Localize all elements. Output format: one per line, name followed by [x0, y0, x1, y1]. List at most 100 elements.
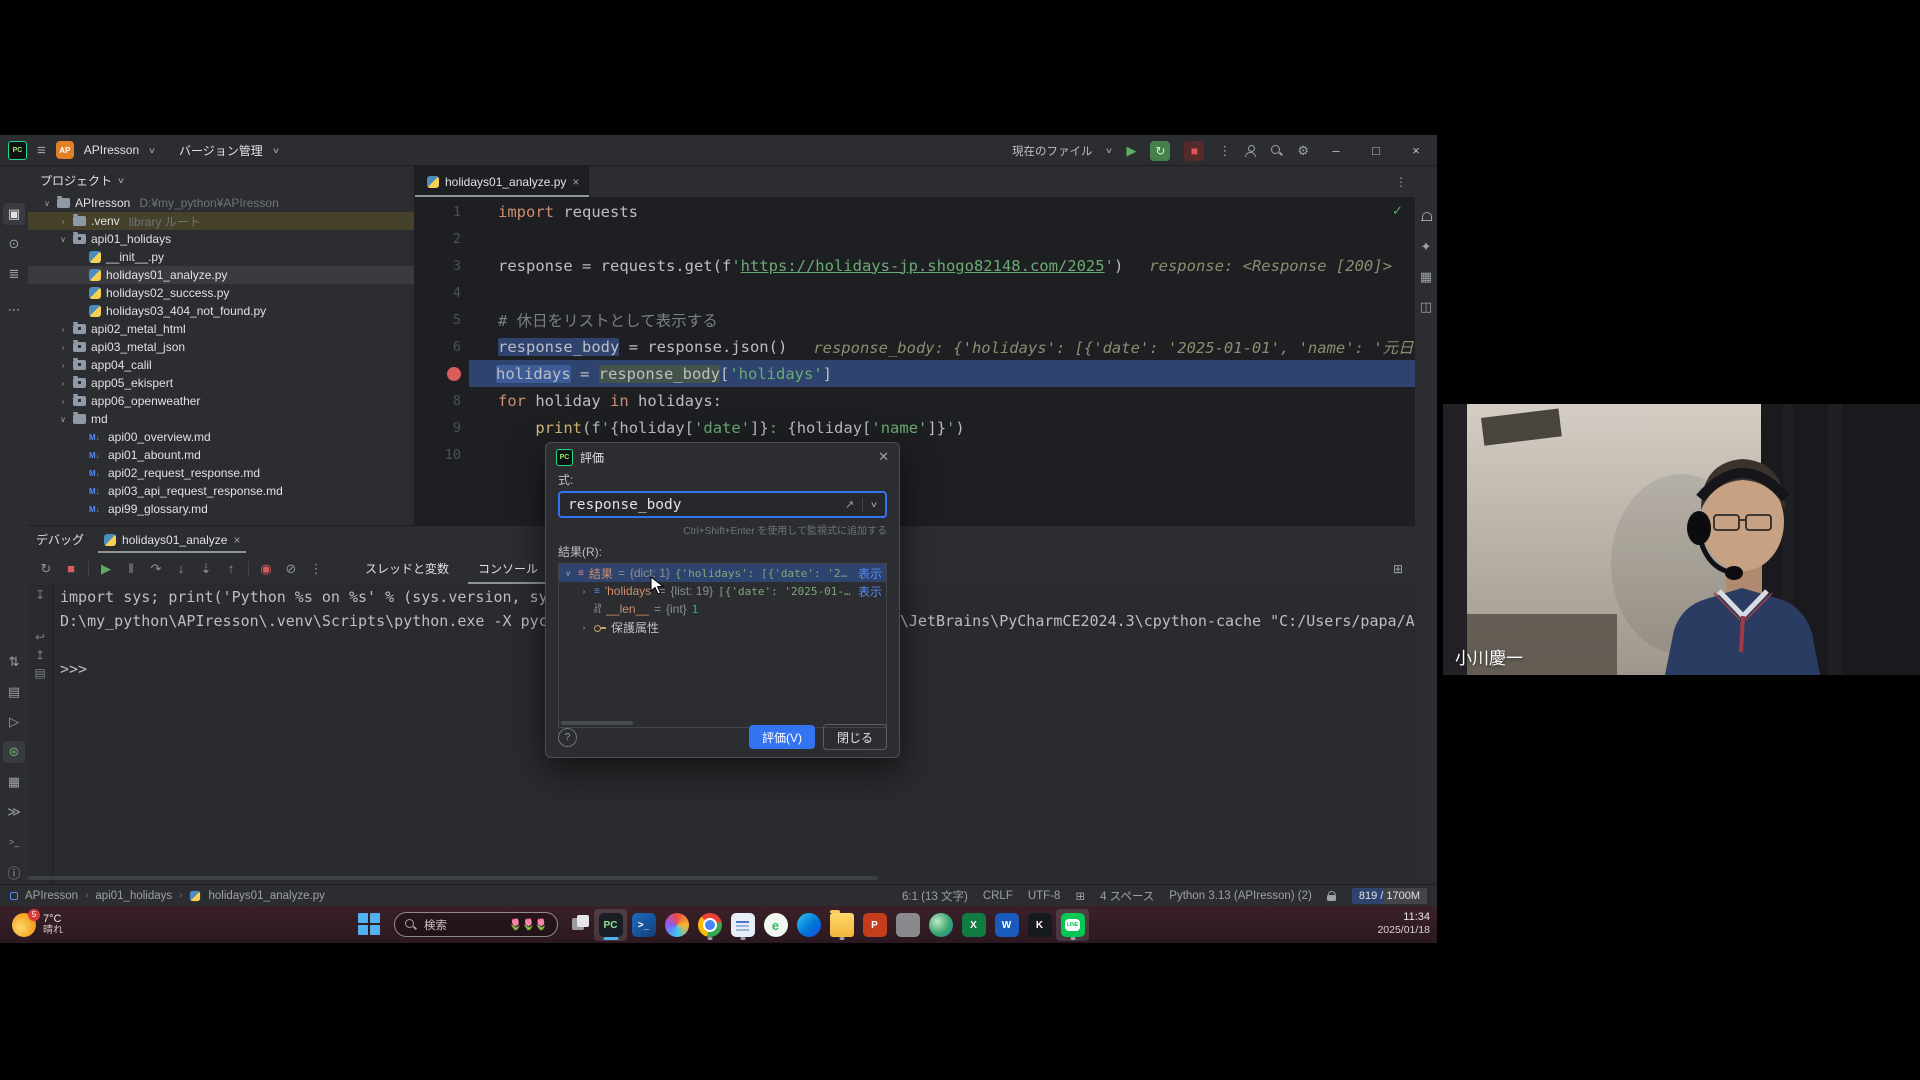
maximize-button[interactable]: □: [1363, 143, 1389, 158]
result-row-保護属性[interactable]: ›保護属性: [559, 618, 886, 636]
debug-icon[interactable]: ⊛: [3, 741, 25, 763]
breadcrumb-item[interactable]: api01_holidays: [95, 890, 172, 902]
notepad-icon[interactable]: [726, 909, 759, 941]
tree-chevron-icon[interactable]: ∨: [58, 235, 68, 244]
tree-item-app06-openweather[interactable]: ›app06_openweather: [28, 392, 414, 410]
print-icon[interactable]: ▤: [32, 666, 48, 680]
tree-item-api02-request-response-md[interactable]: M↓api02_request_response.md: [28, 464, 414, 482]
notifications-icon[interactable]: [1415, 206, 1437, 228]
excel-icon[interactable]: X: [957, 909, 990, 941]
pycharm-icon[interactable]: PC: [594, 909, 627, 941]
rerun-icon[interactable]: ↻: [38, 561, 54, 577]
tree-item--venv[interactable]: ›.venvlibrary ルート: [28, 212, 414, 230]
help-button[interactable]: ?: [558, 728, 577, 747]
step-over-icon[interactable]: ↷: [148, 561, 164, 577]
soft-wrap-icon[interactable]: ↩: [32, 630, 48, 644]
more-icon[interactable]: ⋮: [308, 561, 324, 577]
code-line-8[interactable]: 8for holiday in holidays:: [415, 387, 1415, 414]
minimize-button[interactable]: –: [1323, 143, 1349, 158]
tree-chevron-icon[interactable]: ∨: [563, 569, 573, 578]
expression-input[interactable]: response_body ↗ ∨: [558, 491, 887, 518]
memory-indicator[interactable]: 819 / 1700M: [1352, 888, 1427, 904]
taskbar-clock[interactable]: 11:34 2025/01/18: [1360, 911, 1430, 937]
edge-icon[interactable]: [792, 909, 825, 941]
tree-item-api03-metal-json[interactable]: ›api03_metal_json: [28, 338, 414, 356]
console-scrollbar[interactable]: [28, 876, 878, 880]
main-menu-icon[interactable]: ≡: [37, 142, 46, 159]
debug-view-tab-スレッドと変数[interactable]: スレッドと変数: [355, 553, 459, 584]
terminal-icon[interactable]: >_: [3, 831, 25, 853]
powerpoint-icon[interactable]: P: [858, 909, 891, 941]
history-dropdown-icon[interactable]: ∨: [870, 500, 878, 509]
layout-settings-icon[interactable]: ⊞: [1393, 562, 1403, 576]
inspection-ok-icon[interactable]: ✓: [1392, 203, 1403, 219]
tree-item-holidays03-404-not-found-py[interactable]: holidays03_404_not_found.py: [28, 302, 414, 320]
more-tools-icon[interactable]: ⋯: [3, 299, 25, 321]
view-breakpoints-icon[interactable]: ◉: [258, 561, 274, 577]
breadcrumb[interactable]: APIresson›api01_holidays›holidays01_anal…: [10, 890, 325, 902]
run-button[interactable]: ▶: [1126, 143, 1136, 159]
breadcrumb-item[interactable]: holidays01_analyze.py: [208, 890, 324, 902]
status-item[interactable]: CRLF: [983, 890, 1013, 902]
line-icon[interactable]: LINE: [1056, 909, 1089, 941]
start-button[interactable]: [358, 913, 380, 935]
status-item[interactable]: 4 スペース: [1100, 888, 1154, 904]
run-config-selector[interactable]: 現在のファイル: [1012, 143, 1093, 159]
tree-item-api00-overview-md[interactable]: M↓api00_overview.md: [28, 428, 414, 446]
run-icon[interactable]: ▷: [3, 711, 25, 733]
code-line-3[interactable]: 3response = requests.get(f'https://holid…: [415, 252, 1415, 279]
weather-widget[interactable]: 5 7°C 晴れ: [12, 913, 63, 937]
code-line-1[interactable]: 1import requests: [415, 198, 1415, 225]
tree-item-api03-api-request-response-md[interactable]: M↓api03_api_request_response.md: [28, 482, 414, 500]
close-session-icon[interactable]: ×: [233, 533, 240, 547]
kindle-icon[interactable]: K: [1023, 909, 1056, 941]
tree-item-md[interactable]: ∨md: [28, 410, 414, 428]
stop-button[interactable]: ■: [1184, 141, 1204, 161]
project-panel-header[interactable]: プロジェクト ∨: [28, 166, 414, 194]
debug-view-tab-コンソール[interactable]: コンソール: [468, 553, 548, 584]
code-line-6[interactable]: 6response_body = response.json()response…: [415, 333, 1415, 360]
tab-options-icon[interactable]: ⋮: [1395, 175, 1407, 189]
chrome-icon[interactable]: [693, 909, 726, 941]
globe-icon[interactable]: [924, 909, 957, 941]
project-icon[interactable]: ▣: [3, 203, 25, 225]
close-dialog-button[interactable]: 閉じる: [823, 724, 887, 750]
python-console-icon[interactable]: ≫: [3, 801, 25, 823]
database-icon[interactable]: ▦: [1415, 266, 1437, 288]
breakpoint-icon[interactable]: [447, 367, 461, 381]
code-line-9[interactable]: 9 print(f'{holiday['date']}: {holiday['n…: [415, 414, 1415, 441]
breakpoint-gutter[interactable]: [415, 367, 469, 381]
rerun-debug-button[interactable]: ↻: [1150, 141, 1170, 161]
tree-item-app05-ekispert[interactable]: ›app05_ekispert: [28, 374, 414, 392]
view-link[interactable]: 表示: [858, 583, 882, 600]
expand-icon[interactable]: ↗: [845, 498, 854, 511]
tree-item-APIresson[interactable]: ∨APIressonD:¥my_python¥APIresson: [28, 194, 414, 212]
status-item[interactable]: Python 3.13 (APIresson) (2): [1169, 890, 1312, 902]
search-everywhere-icon[interactable]: [1271, 145, 1283, 157]
evaluate-button[interactable]: 評価(V): [749, 725, 815, 749]
result-row-結果[interactable]: ∨≡結果= {dict: 1}{'holidays': [{'date': '2…: [559, 564, 886, 582]
dialog-title-bar[interactable]: PC 評価 ✕: [546, 443, 899, 471]
resume-icon[interactable]: ▶: [98, 561, 114, 577]
close-button[interactable]: ×: [1403, 143, 1429, 158]
problems-icon[interactable]: ⓘ: [3, 861, 25, 883]
copilot-icon[interactable]: [660, 909, 693, 941]
tree-item-holidays01-analyze-py[interactable]: holidays01_analyze.py: [28, 266, 414, 284]
code-line-2[interactable]: 2: [415, 225, 1415, 252]
result-row-'holidays'[interactable]: ›≡'holidays'= {list: 19}[{'date': '2025-…: [559, 582, 886, 600]
ai-assistant-icon[interactable]: ✦: [1415, 236, 1437, 258]
tree-chevron-icon[interactable]: ›: [579, 623, 589, 632]
commit-icon[interactable]: ⇅: [3, 651, 25, 673]
code-with-me-icon[interactable]: [1245, 145, 1257, 157]
pause-icon[interactable]: ‖: [123, 561, 139, 576]
force-step-into-icon[interactable]: ⇣: [198, 561, 214, 577]
tree-chevron-icon[interactable]: ›: [579, 587, 589, 596]
todo-icon[interactable]: ▤: [3, 681, 25, 703]
grid-icon[interactable]: ⊞: [1075, 889, 1085, 903]
task-view-icon[interactable]: [572, 915, 590, 933]
tree-chevron-icon[interactable]: ›: [58, 361, 68, 370]
terminal-icon[interactable]: >_: [627, 909, 660, 941]
dialog-close-icon[interactable]: ✕: [878, 449, 889, 465]
mute-breakpoints-icon[interactable]: ⊘: [283, 561, 299, 577]
tree-item---init---py[interactable]: __init__.py: [28, 248, 414, 266]
